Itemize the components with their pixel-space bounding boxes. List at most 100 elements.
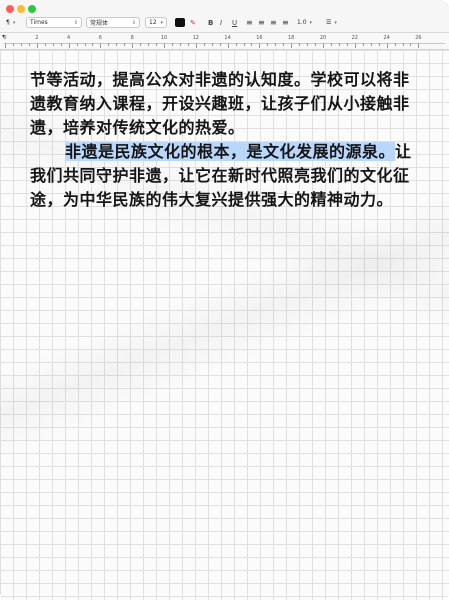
text-color-swatch [175, 18, 185, 27]
justify-icon: ≡ [282, 18, 289, 27]
align-center-button[interactable]: ≡ [258, 17, 265, 28]
ruler-tick [354, 43, 356, 48]
document-text[interactable]: 节等活动，提高公众对非遗的认知度。学校可以将非遗教育纳入课程，开设兴趣班，让孩子… [30, 68, 422, 212]
ruler-tick [330, 43, 332, 46]
ruler-tick [323, 43, 324, 48]
underline-button[interactable]: U [232, 17, 237, 28]
zoom-button[interactable] [28, 5, 36, 13]
ruler-tick [92, 43, 94, 46]
ruler-tick [307, 43, 309, 46]
ruler-tick [267, 43, 269, 46]
text-color-button[interactable] [175, 17, 185, 28]
font-family-select[interactable]: Times ⇕ [26, 17, 82, 28]
font-size-field[interactable]: 12 ▾ [145, 17, 167, 28]
underline-label: U [232, 18, 238, 27]
ruler-tick [44, 43, 46, 46]
ruler-label: 22 [351, 35, 358, 41]
ruler-label: 2 [35, 35, 39, 41]
ruler-tick [362, 43, 364, 46]
ruler-tick [179, 43, 181, 46]
ruler-tick [5, 43, 6, 48]
ruler-tick [346, 43, 348, 46]
font-size-value: 12 [149, 19, 157, 26]
font-style-select[interactable]: 常规体 ⇕ [86, 17, 140, 28]
ruler-tick [259, 43, 261, 48]
chevron-updown-icon: ⇕ [73, 19, 78, 26]
ruler-tick [418, 43, 420, 48]
chevron-updown-icon: ⇕ [131, 19, 136, 26]
bold-label: B [208, 18, 214, 27]
italic-button[interactable]: I [220, 17, 222, 28]
ruler-tick [291, 43, 293, 48]
ruler-tick [84, 43, 86, 46]
ruler-tick [171, 43, 173, 46]
ruler-tick [68, 43, 70, 48]
ruler-label: 26 [415, 35, 422, 41]
ruler-label: 14 [224, 35, 231, 41]
ruler-tick [100, 43, 102, 48]
justify-button[interactable]: ≡ [282, 17, 289, 28]
ruler-label: 6 [98, 35, 102, 41]
line-spacing-button[interactable]: 1.0 ▾ [297, 17, 312, 28]
ruler-tick [187, 43, 189, 46]
ruler-tick [60, 43, 62, 46]
align-right-button[interactable]: ≡ [270, 17, 277, 28]
ruler-tick [164, 43, 165, 48]
bold-button[interactable]: B [208, 17, 213, 28]
ruler-tick [211, 43, 213, 46]
ruler-tick [275, 43, 277, 46]
align-left-button[interactable]: ≡ [246, 17, 253, 28]
selected-text[interactable]: 非遗是民族文化的根本，是文化发展的源泉。 [65, 142, 396, 161]
chevron-down-icon: ▾ [12, 19, 16, 26]
italic-label: I [220, 18, 223, 27]
ruler-label: 0 [3, 35, 7, 41]
ruler[interactable]: ▾ 0 2 4 6 8 10 12 14 16 18 20 22 24 26 [0, 33, 449, 50]
font-style-value: 常规体 [90, 20, 109, 27]
align-center-icon: ≡ [258, 18, 265, 27]
ruler-label: 20 [319, 35, 327, 41]
ruler-tick [203, 43, 205, 46]
ruler-tick [36, 43, 38, 48]
ruler-tick [410, 43, 412, 46]
ruler-tick [251, 43, 253, 46]
ruler-tick [116, 43, 118, 46]
ruler-label: 10 [160, 35, 168, 41]
ruler-tick [108, 43, 110, 46]
close-button[interactable] [6, 5, 14, 13]
paragraph-styles-button[interactable]: ¶ ▾ [6, 17, 15, 28]
ruler-tick [12, 43, 14, 46]
highlight-color-button[interactable]: ✎ [190, 17, 196, 28]
ruler-tick [235, 43, 237, 46]
list-button[interactable]: ☰ ▾ [326, 17, 337, 28]
format-toolbar: ¶ ▾ Times ⇕ 常规体 ⇕ 12 ▾ ✎ B I U ≡ ≡ ≡ ≡ 1.0 ▾ [0, 14, 449, 33]
ruler-tick [124, 43, 126, 46]
line-spacing-value: 1.0 [297, 19, 307, 26]
ruler-tick [52, 43, 54, 46]
ruler-tick [76, 43, 78, 46]
align-right-icon: ≡ [270, 18, 277, 27]
ruler-tick [148, 43, 150, 46]
ruler-tick [315, 43, 317, 46]
chevron-down-icon: ▾ [334, 19, 337, 26]
ruler-tick [338, 43, 340, 46]
ruler-label: 8 [130, 35, 134, 41]
ruler-tick [299, 43, 301, 46]
list-icon: ☰ [326, 19, 332, 26]
ruler-tick [394, 43, 396, 46]
ruler-tick [370, 43, 372, 46]
paragraph-2[interactable]: 非遗是民族文化的根本，是文化发展的源泉。让我们共同守护非遗，让它在新时代照亮我们… [30, 140, 422, 212]
ruler-label: 18 [288, 35, 295, 41]
ruler-tick [378, 43, 380, 46]
pilcrow-icon: ¶ [6, 19, 10, 26]
chevron-down-icon: ▾ [160, 19, 163, 26]
ruler-tick [402, 43, 404, 46]
ruler-label: 16 [256, 35, 263, 41]
ruler-tick [219, 43, 221, 46]
ruler-label: 12 [192, 35, 199, 41]
ruler-tick [386, 43, 388, 48]
ruler-tick [283, 43, 285, 46]
paragraph-1[interactable]: 节等活动，提高公众对非遗的认知度。学校可以将非遗教育纳入课程，开设兴趣班，让孩子… [30, 68, 422, 140]
highlighter-icon: ✎ [190, 18, 196, 27]
minimize-button[interactable] [17, 5, 25, 13]
document-area[interactable]: 节等活动，提高公众对非遗的认知度。学校可以将非遗教育纳入课程，开设兴趣班，让孩子… [0, 50, 449, 600]
